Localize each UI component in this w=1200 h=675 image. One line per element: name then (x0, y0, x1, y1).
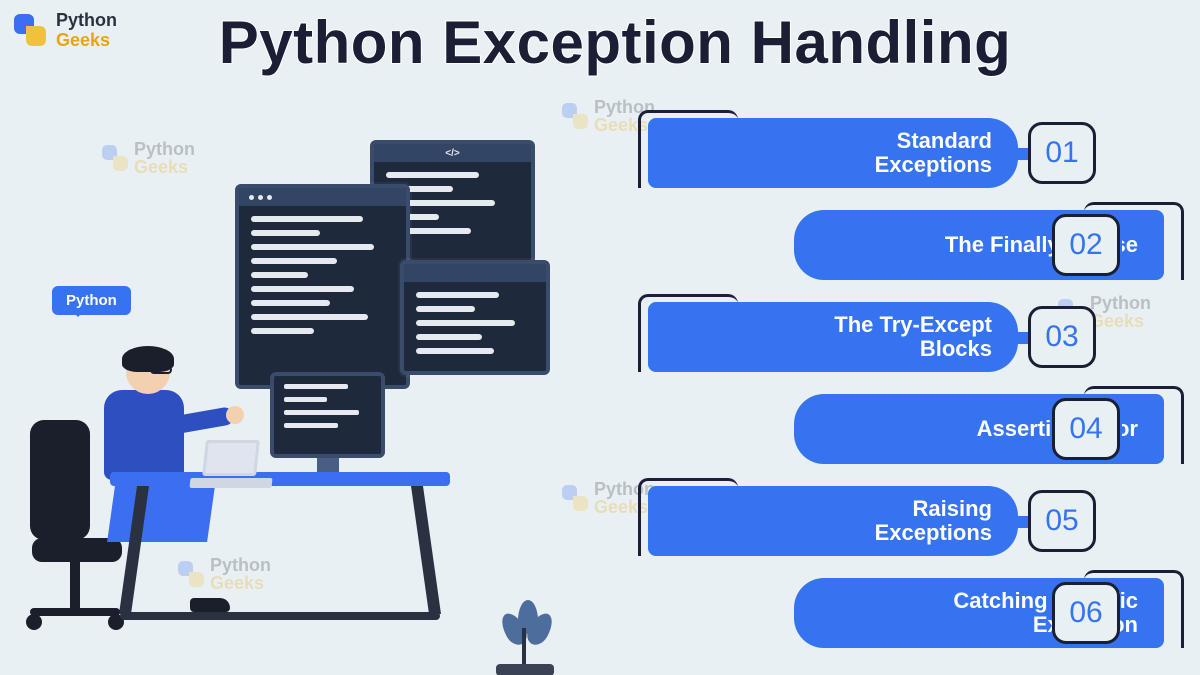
topic-label: Standard Exceptions (875, 129, 992, 177)
brand-line2: Geeks (56, 31, 117, 49)
topic-number: 03 (1028, 306, 1096, 368)
brand-logo-text: Python Geeks (56, 11, 117, 49)
speech-bubble-text: Python (66, 292, 117, 309)
topic-number: 06 (1052, 582, 1120, 644)
desk-icon (110, 472, 450, 622)
laptop-icon (190, 440, 272, 488)
topic-number: 05 (1028, 490, 1096, 552)
topic-label: The Try-Except Blocks (834, 313, 992, 361)
brand-line1: Python (56, 11, 117, 29)
topics-list: Standard Exceptions 01 The Finally Claus… (598, 116, 1188, 668)
topic-item: Catching Specific Exception 06 (598, 576, 1188, 656)
monitor-icon (270, 372, 385, 458)
topic-number: 02 (1052, 214, 1120, 276)
brand-logo: Python Geeks (10, 10, 117, 50)
developer-illustration: </> (0, 140, 560, 660)
topic-label: Raising Exceptions (875, 497, 992, 545)
topic-number: 04 (1052, 398, 1120, 460)
speech-bubble: Python (52, 286, 131, 315)
python-logo-icon (10, 10, 50, 50)
topic-item: The Try-Except Blocks 03 (598, 300, 1188, 380)
topic-item: Standard Exceptions 01 (598, 116, 1188, 196)
plant-icon (490, 610, 560, 675)
topic-item: Raising Exceptions 05 (598, 484, 1188, 564)
topic-item: The Finally Clause 02 (598, 208, 1188, 288)
page-title: Python Exception Handling (165, 8, 1065, 77)
topic-number: 01 (1028, 122, 1096, 184)
code-window-icon (400, 260, 550, 375)
code-window-icon (235, 184, 410, 389)
topic-item: Assertion Error 04 (598, 392, 1188, 472)
